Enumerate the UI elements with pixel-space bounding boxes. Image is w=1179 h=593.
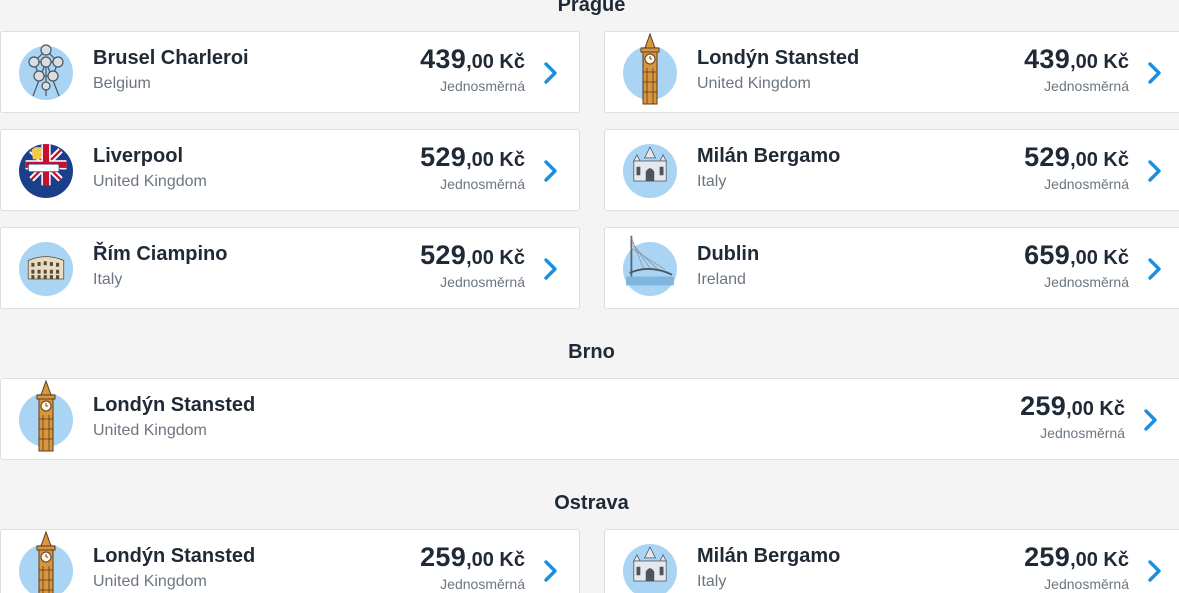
price-decimal: ,00	[466, 247, 494, 269]
section-title-ostrava: Ostrava	[554, 492, 629, 514]
fare-type: Jednosměrná	[440, 576, 525, 592]
destination-country: Ireland	[697, 271, 746, 288]
route-card[interactable]: Dublin Ireland 659,00 Kč Jednosměrná	[604, 227, 1179, 309]
chevron-right-icon[interactable]	[541, 158, 561, 184]
destination-country: Italy	[697, 573, 727, 590]
destination-name: Londýn Stansted	[93, 394, 256, 416]
fare-type: Jednosměrná	[440, 78, 525, 94]
price-decimal: ,00	[466, 51, 494, 73]
fare-type: Jednosměrná	[1044, 576, 1129, 592]
chevron-right-icon[interactable]	[541, 256, 561, 282]
price-currency: Kč	[1097, 247, 1129, 269]
price: 259,00 Kč	[420, 542, 525, 573]
milan-cathedral-icon	[623, 544, 677, 593]
route-card[interactable]: Milán Bergamo Italy 259,00 Kč Jednosměrn…	[604, 529, 1179, 593]
route-card[interactable]: Londýn Stansted United Kingdom 259,00 Kč…	[0, 378, 1179, 460]
chevron-right-icon[interactable]	[1145, 60, 1165, 86]
chevron-right-icon[interactable]	[1145, 558, 1165, 584]
fare-type: Jednosměrná	[1044, 274, 1129, 290]
price-currency: Kč	[1097, 549, 1129, 571]
price-whole: 259	[420, 542, 467, 572]
price-currency: Kč	[1097, 51, 1129, 73]
atomium-icon	[19, 44, 73, 100]
fare-type: Jednosměrná	[1040, 425, 1125, 441]
destination-name: Londýn Stansted	[93, 545, 256, 567]
fare-type: Jednosměrná	[440, 274, 525, 290]
destination-name: Dublin	[697, 243, 760, 265]
route-card[interactable]: Liverpool United Kingdom 529,00 Kč Jedno…	[0, 129, 580, 211]
price-whole: 439	[1024, 44, 1071, 74]
price: 529,00 Kč	[1024, 142, 1129, 173]
price-whole: 529	[1024, 142, 1071, 172]
price-currency: Kč	[493, 549, 525, 571]
destination-name: Milán Bergamo	[697, 545, 841, 567]
destination-country: United Kingdom	[93, 573, 207, 590]
price: 439,00 Kč	[420, 44, 525, 75]
milan-cathedral-icon	[623, 144, 677, 198]
price-currency: Kč	[493, 247, 525, 269]
destination-country: Belgium	[93, 75, 151, 92]
price-whole: 439	[420, 44, 467, 74]
destination-country: Italy	[93, 271, 123, 288]
price-currency: Kč	[1097, 149, 1129, 171]
price-decimal: ,00	[1070, 247, 1098, 269]
price-decimal: ,00	[1070, 149, 1098, 171]
section-title-brno: Brno	[568, 341, 615, 363]
fare-type: Jednosměrná	[1044, 78, 1129, 94]
price-decimal: ,00	[1070, 51, 1098, 73]
destination-name: Liverpool	[93, 145, 184, 167]
destination-name: Milán Bergamo	[697, 145, 841, 167]
price-decimal: ,00	[466, 549, 494, 571]
route-card[interactable]: Londýn Stansted United Kingdom 439,00 Kč…	[604, 31, 1179, 113]
liverpool-icon	[19, 144, 73, 198]
price: 659,00 Kč	[1024, 240, 1129, 271]
destination-name: Řím Ciampino	[93, 243, 228, 265]
chevron-right-icon[interactable]	[1145, 256, 1165, 282]
big-ben-icon	[623, 32, 677, 105]
price-whole: 529	[420, 240, 467, 270]
price: 529,00 Kč	[420, 142, 525, 173]
price-whole: 259	[1020, 391, 1067, 421]
route-card[interactable]: Brusel Charleroi Belgium 439,00 Kč Jedno…	[0, 31, 580, 113]
price-currency: Kč	[1093, 398, 1125, 420]
fare-type: Jednosměrná	[1044, 176, 1129, 192]
destination-country: United Kingdom	[697, 75, 811, 92]
destination-country: Italy	[697, 173, 727, 190]
route-card[interactable]: Řím Ciampino Italy 529,00 Kč Jednosměrná	[0, 227, 580, 309]
route-card[interactable]: Londýn Stansted United Kingdom 259,00 Kč…	[0, 529, 580, 593]
price-currency: Kč	[493, 149, 525, 171]
price-whole: 529	[420, 142, 467, 172]
section-title-prague: Prague	[557, 0, 626, 16]
price: 259,00 Kč	[1024, 542, 1129, 573]
price-whole: 259	[1024, 542, 1071, 572]
chevron-right-icon[interactable]	[1145, 158, 1165, 184]
price-decimal: ,00	[1070, 549, 1098, 571]
fare-type: Jednosměrná	[440, 176, 525, 192]
price-currency: Kč	[493, 51, 525, 73]
destination-name: Londýn Stansted	[697, 47, 860, 69]
dublin-bridge-icon	[623, 235, 677, 296]
big-ben-icon	[19, 379, 73, 452]
chevron-right-icon[interactable]	[1141, 407, 1161, 433]
big-ben-icon	[19, 530, 73, 593]
price: 439,00 Kč	[1024, 44, 1129, 75]
price: 259,00 Kč	[1020, 391, 1125, 422]
colosseum-icon	[19, 242, 73, 296]
price: 529,00 Kč	[420, 240, 525, 271]
price-decimal: ,00	[466, 149, 494, 171]
chevron-right-icon[interactable]	[541, 60, 561, 86]
route-card[interactable]: Milán Bergamo Italy 529,00 Kč Jednosměrn…	[604, 129, 1179, 211]
price-whole: 659	[1024, 240, 1071, 270]
price-decimal: ,00	[1066, 398, 1094, 420]
destination-name: Brusel Charleroi	[93, 47, 249, 69]
chevron-right-icon[interactable]	[541, 558, 561, 584]
destination-country: United Kingdom	[93, 173, 207, 190]
destination-country: United Kingdom	[93, 422, 207, 439]
